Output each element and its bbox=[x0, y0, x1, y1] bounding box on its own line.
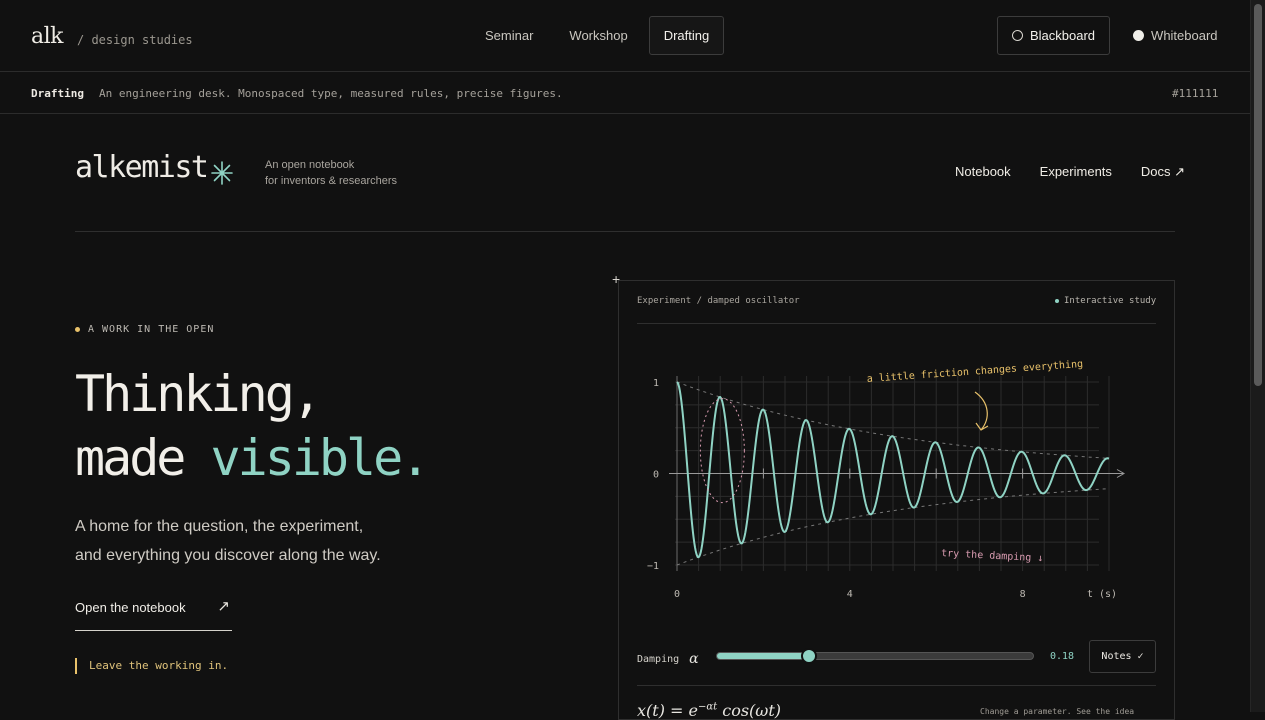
hero-motto: Leave the working in. bbox=[75, 658, 228, 674]
experiment-title: Experiment / damped oscillator bbox=[637, 296, 800, 306]
oscillator-chart[interactable]: 1 0 −1 0 4 8 t (s) a little friction changes ev… bbox=[637, 350, 1137, 615]
kicker-dot-icon bbox=[75, 327, 80, 332]
scrollbar-thumb[interactable] bbox=[1254, 4, 1262, 386]
notes-toggle[interactable]: Notes ✓ bbox=[1089, 640, 1156, 673]
studio-logo[interactable]: alk bbox=[31, 24, 63, 49]
x-tick-label: 8 bbox=[1020, 589, 1026, 600]
site-nav: Notebook Experiments Docs ↗ bbox=[955, 164, 1185, 180]
headline-line-2: made visible. bbox=[75, 426, 431, 490]
lede-line-2: and everything you discover along the wa… bbox=[75, 547, 381, 564]
hero-headline: Thinking, made visible. bbox=[75, 362, 431, 490]
panel-divider bbox=[637, 323, 1156, 324]
nav-experiments[interactable]: Experiments bbox=[1040, 164, 1112, 180]
panel-divider-2 bbox=[637, 685, 1156, 686]
headline-line-1: Thinking, bbox=[75, 365, 322, 423]
interactive-badge: Interactive study bbox=[1055, 296, 1156, 306]
formula-rhs: cos(ωt) bbox=[717, 701, 781, 720]
nav-docs[interactable]: Docs ↗ bbox=[1141, 164, 1185, 180]
x-axis-label: t (s) bbox=[1087, 589, 1117, 600]
live-dot-icon bbox=[1055, 299, 1059, 303]
hero-kicker: A WORK IN THE OPEN bbox=[75, 324, 214, 335]
background-hex: #111111 bbox=[1172, 87, 1219, 100]
mode-info-bar: Drafting An engineering desk. Monospaced… bbox=[0, 72, 1250, 114]
curved-arrow-head-icon bbox=[975, 422, 989, 431]
slider-fill bbox=[717, 653, 810, 659]
theme-switcher: Blackboard Whiteboard bbox=[997, 16, 1233, 55]
theme-whiteboard[interactable]: Whiteboard bbox=[1118, 16, 1232, 55]
headline-visible: visible. bbox=[210, 429, 431, 487]
damping-text: Damping bbox=[637, 653, 680, 665]
check-icon: ✓ bbox=[1137, 651, 1144, 662]
hero-lede: A home for the question, the experiment,… bbox=[75, 512, 381, 570]
top-bar: alk / design studies Seminar Workshop Dr… bbox=[0, 0, 1250, 72]
damping-label: Damping α bbox=[637, 651, 699, 667]
mode-seminar[interactable]: Seminar bbox=[470, 16, 548, 55]
headline-made: made bbox=[75, 429, 211, 487]
kicker-text: A WORK IN THE OPEN bbox=[88, 324, 215, 335]
radio-filled-icon bbox=[1133, 30, 1145, 41]
x-tick-label: 4 bbox=[847, 589, 853, 600]
theme-whiteboard-label: Whiteboard bbox=[1151, 28, 1218, 43]
y-tick-label: 1 bbox=[653, 378, 659, 389]
cta-label: Open the notebook bbox=[75, 600, 186, 615]
notes-label: Notes bbox=[1101, 651, 1132, 662]
x-tick-label: 0 bbox=[674, 589, 680, 600]
annotation-bottom: try the damping ↓ bbox=[941, 548, 1044, 564]
alpha-symbol: α bbox=[689, 651, 699, 667]
badge-text: Interactive study bbox=[1064, 296, 1157, 306]
formula-exponent: −αt bbox=[697, 701, 718, 713]
annotation-top: a little friction changes everything bbox=[866, 359, 1083, 385]
site-tagline: An open notebook for inventors & researc… bbox=[265, 157, 397, 189]
mode-switcher: Seminar Workshop Drafting bbox=[470, 16, 725, 55]
damping-value: 0.18 bbox=[1050, 651, 1075, 662]
y-tick-label: −1 bbox=[647, 561, 659, 572]
mode-drafting[interactable]: Drafting bbox=[648, 16, 725, 55]
site-brand[interactable]: alkemist bbox=[75, 150, 209, 185]
theme-blackboard-label: Blackboard bbox=[1030, 28, 1096, 43]
formula: x(t) = e−αt cos(ωt) bbox=[637, 701, 781, 720]
radio-ring-icon bbox=[1012, 30, 1023, 41]
open-notebook-link[interactable]: Open the notebook ↗ bbox=[75, 598, 232, 631]
lede-line-1: A home for the question, the experiment, bbox=[75, 518, 364, 535]
breadcrumb: / design studies bbox=[77, 33, 193, 47]
formula-lhs: x(t) = e bbox=[637, 701, 698, 720]
y-tick-label: 0 bbox=[653, 470, 659, 481]
mode-title: Drafting bbox=[31, 87, 84, 100]
tagline-line-2: for inventors & researchers bbox=[265, 175, 398, 187]
theme-blackboard[interactable]: Blackboard bbox=[997, 16, 1111, 55]
damping-slider[interactable] bbox=[716, 648, 1034, 664]
tagline-line-1: An open notebook bbox=[265, 159, 355, 171]
asterisk-icon bbox=[211, 161, 233, 185]
header-divider bbox=[75, 231, 1175, 232]
mode-description: An engineering desk. Monospaced type, me… bbox=[99, 87, 563, 100]
arrow-up-right-icon: ↗ bbox=[217, 598, 230, 615]
mode-workshop[interactable]: Workshop bbox=[554, 16, 642, 55]
nav-notebook[interactable]: Notebook bbox=[955, 164, 1011, 180]
